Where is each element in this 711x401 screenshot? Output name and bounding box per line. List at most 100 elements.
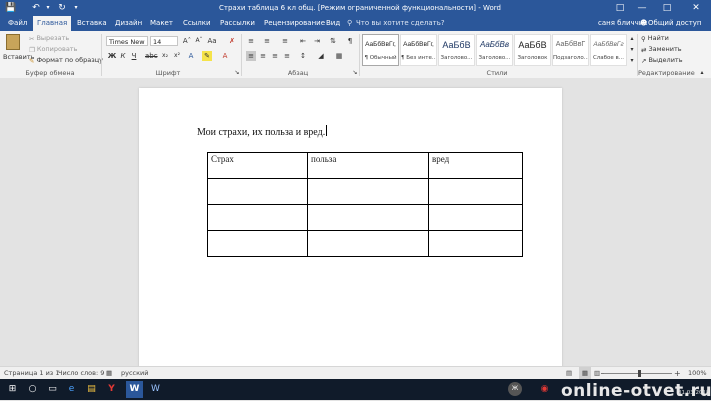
table-header-cell[interactable]: польза <box>307 152 429 179</box>
copy-button[interactable]: ❐ Копировать <box>29 44 77 54</box>
scissors-icon: ✂ <box>29 35 35 43</box>
align-right-icon[interactable]: ≡ <box>270 51 280 61</box>
avatar[interactable]: Ж <box>508 382 522 396</box>
table-cell[interactable] <box>307 204 429 231</box>
minimize-icon[interactable]: — <box>632 0 652 16</box>
align-left-icon[interactable]: ≡ <box>246 51 256 61</box>
tab-home[interactable]: Главная <box>33 16 72 31</box>
document-canvas: Мои страхи, их польза и вред. Страх поль… <box>0 78 711 368</box>
styles-scroll-down-icon[interactable]: ▾ <box>627 45 637 55</box>
antivirus-icon[interactable]: ◉ <box>536 381 553 398</box>
share-button[interactable]: Общий доступ <box>648 16 702 31</box>
save-icon[interactable]: 💾 <box>4 2 18 14</box>
style-title[interactable]: АаБбВ Заголовок <box>514 34 551 66</box>
text-effects-icon[interactable]: A <box>186 51 196 61</box>
tab-insert[interactable]: Вставка <box>73 16 111 31</box>
chevron-down-icon[interactable]: ▾ <box>44 2 52 14</box>
styles-more-icon[interactable]: ▾ <box>627 56 637 66</box>
start-icon[interactable]: ⊞ <box>4 381 21 398</box>
tab-view[interactable]: Вид <box>322 16 344 31</box>
superscript-icon[interactable]: x² <box>172 51 182 61</box>
numbering-icon[interactable]: ≡ <box>262 36 272 46</box>
table-header-cell[interactable]: Страх <box>207 152 308 179</box>
table-cell[interactable] <box>207 230 308 257</box>
task-view-icon[interactable]: ▭ <box>44 381 61 398</box>
redo-icon[interactable]: ↻ <box>56 2 68 14</box>
show-marks-button[interactable]: ¶ <box>345 36 355 46</box>
tab-references[interactable]: Ссылки <box>179 16 215 31</box>
sort-icon[interactable]: ⇅ <box>328 36 338 46</box>
tab-review[interactable]: Рецензирование <box>260 16 329 31</box>
table-cell[interactable] <box>428 204 523 231</box>
document-page[interactable]: Мои страхи, их польза и вред. Страх поль… <box>139 88 562 368</box>
font-size-select[interactable]: 14 <box>150 36 178 46</box>
italic-button[interactable]: К <box>118 51 128 61</box>
yandex-icon[interactable]: Y <box>103 381 120 398</box>
taskbar-date[interactable]: 31.03.2018 <box>678 390 710 396</box>
tab-file[interactable]: Файл <box>4 16 31 31</box>
cursor-icon: ↗ <box>641 57 647 65</box>
style-subtitle[interactable]: АаБбВвГ Подзаголо... <box>552 34 589 66</box>
tab-design[interactable]: Дизайн <box>111 16 146 31</box>
multilevel-list-icon[interactable]: ≡ <box>280 36 290 46</box>
collapse-ribbon-icon[interactable]: ▴ <box>697 68 707 78</box>
grow-font-icon[interactable]: Aˆ <box>182 36 192 46</box>
ribbon-display-icon[interactable]: □ <box>610 0 630 16</box>
find-button[interactable]: ⚲ Найти <box>641 33 669 43</box>
window-title: Страхи таблица 6 кл общ. [Режим ограниче… <box>219 4 501 12</box>
zoom-slider-thumb[interactable] <box>638 370 641 377</box>
maximize-icon[interactable]: □ <box>657 0 677 16</box>
clear-formatting-icon[interactable]: ✗ <box>227 36 237 46</box>
bullets-icon[interactable]: ≡ <box>246 36 256 46</box>
word-icon[interactable]: W <box>126 381 143 398</box>
font-color-icon[interactable]: A <box>220 51 230 61</box>
replace-button[interactable]: ⇄ Заменить <box>641 44 682 54</box>
shading-icon[interactable]: ◢ <box>316 51 326 61</box>
increase-indent-icon[interactable]: ⇥ <box>312 36 322 46</box>
tab-mailings[interactable]: Рассылки <box>216 16 259 31</box>
group-divider <box>359 34 360 76</box>
clipboard-icon[interactable] <box>6 34 20 50</box>
style-subtle-emphasis[interactable]: АаБбВвГг Слабое в... <box>590 34 627 66</box>
justify-icon[interactable]: ≡ <box>282 51 292 61</box>
format-painter-button[interactable]: ✎ Формат по образцу <box>29 55 103 65</box>
bold-button[interactable]: Ж <box>107 51 117 61</box>
file-explorer-icon[interactable]: ▤ <box>83 381 100 398</box>
highlight-icon[interactable]: ✎ <box>202 51 212 61</box>
underline-button[interactable]: Ч <box>129 51 139 61</box>
close-icon[interactable]: ✕ <box>686 0 706 16</box>
style-heading-2[interactable]: АаБбВв Заголово... <box>476 34 513 66</box>
table-cell[interactable] <box>307 178 429 205</box>
style-normal[interactable]: АаБбВвГг, ¶ Обычный <box>362 34 399 66</box>
table-cell[interactable] <box>307 230 429 257</box>
undo-icon[interactable]: ↶ <box>30 2 42 14</box>
subscript-icon[interactable]: x₂ <box>160 51 170 61</box>
customize-quick-access-icon[interactable]: ▾ <box>72 2 80 14</box>
borders-icon[interactable]: ▦ <box>334 51 344 61</box>
decrease-indent-icon[interactable]: ⇤ <box>298 36 308 46</box>
table-cell[interactable] <box>428 178 523 205</box>
change-case-icon[interactable]: Aa <box>207 36 217 46</box>
edge-icon[interactable]: e <box>63 381 80 398</box>
line-spacing-icon[interactable]: ↕ <box>298 51 308 61</box>
search-icon[interactable]: ○ <box>24 381 41 398</box>
table-cell[interactable] <box>428 230 523 257</box>
styles-scroll-up-icon[interactable]: ▴ <box>627 34 637 44</box>
table-cell[interactable] <box>207 178 308 205</box>
style-heading-1[interactable]: АаБбВ Заголово... <box>438 34 475 66</box>
tell-me-input[interactable]: Что вы хотите сделать? <box>356 16 445 31</box>
cut-button[interactable]: ✂ Вырезать <box>29 33 69 43</box>
style-no-spacing[interactable]: АаБбВвГг, ¶ Без инте... <box>400 34 437 66</box>
word-window-icon[interactable]: W <box>147 381 164 398</box>
style-name: ¶ Обычный <box>364 55 397 61</box>
font-family-select[interactable]: Times New F <box>106 36 148 46</box>
select-button[interactable]: ↗ Выделить <box>641 55 683 65</box>
shrink-font-icon[interactable]: Aˇ <box>194 36 204 46</box>
align-center-icon[interactable]: ≡ <box>258 51 268 61</box>
strikethrough-icon[interactable]: abc <box>145 51 158 61</box>
table-header-cell[interactable]: вред <box>428 152 523 179</box>
document-heading[interactable]: Мои страхи, их польза и вред. <box>197 125 328 138</box>
tab-layout[interactable]: Макет <box>146 16 177 31</box>
fears-table[interactable]: Страх польза вред <box>207 152 523 257</box>
table-cell[interactable] <box>207 204 308 231</box>
